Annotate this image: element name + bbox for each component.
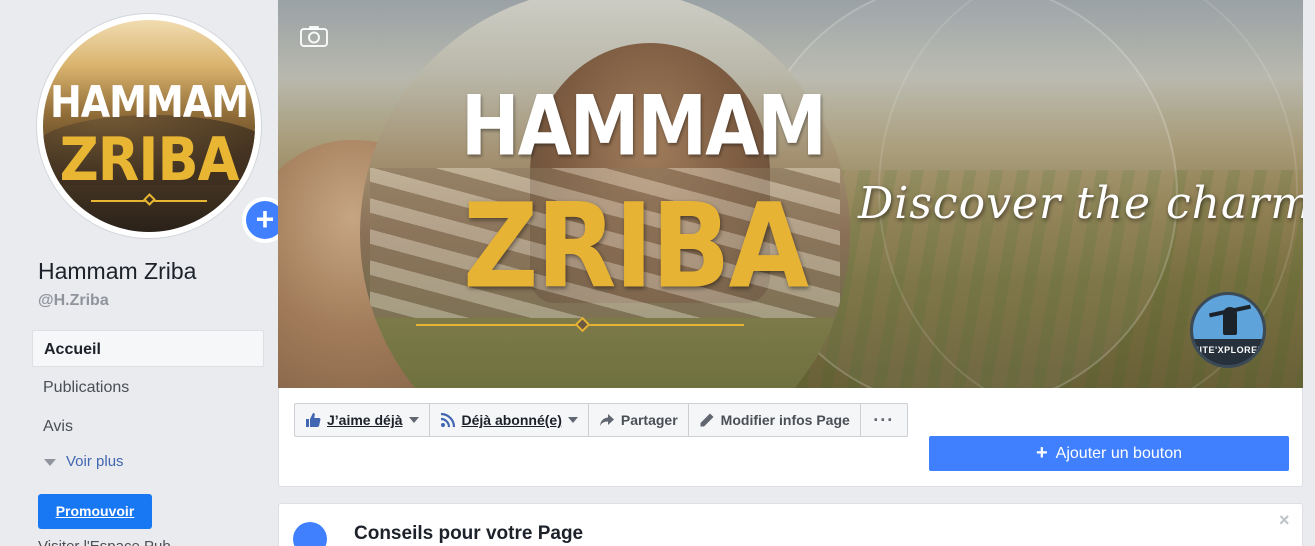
caret-down-icon <box>567 417 578 423</box>
page-action-bar: J’aime déjà Déjà abonné(e) Partager Modi… <box>294 403 908 437</box>
cover-title-line1: HAMMAM <box>461 77 827 175</box>
tips-megaphone-icon <box>293 522 327 546</box>
edit-page-info-button[interactable]: Modifier infos Page <box>689 404 861 436</box>
logo-text: SITE'XPLORERS <box>1193 345 1266 355</box>
plus-icon: + <box>1035 442 1048 464</box>
page-title[interactable]: Hammam Zriba <box>38 258 196 285</box>
share-arrow-icon <box>599 414 614 426</box>
avatar-title-line1: HAMMAM <box>49 76 249 128</box>
edit-page-info-label: Modifier infos Page <box>720 412 850 428</box>
liked-label: J’aime déjà <box>327 412 403 428</box>
see-more-link[interactable]: Voir plus <box>44 453 124 470</box>
nav-item-publications[interactable]: Publications <box>32 369 264 406</box>
rss-icon <box>440 412 455 428</box>
add-button-cta[interactable]: + Ajouter un bouton <box>929 436 1289 471</box>
avatar-divider-diamond <box>143 193 156 206</box>
tips-title: Conseils pour votre Page <box>354 523 584 544</box>
thumbs-up-icon <box>306 413 321 427</box>
following-button[interactable]: Déjà abonné(e) <box>430 404 589 436</box>
profile-picture-frame[interactable]: HAMMAM ZRIBA + <box>37 14 288 243</box>
caret-down-icon <box>408 417 419 423</box>
cover-photo[interactable]: HAMMAM ZRIBA Discover the charm... SITE'… <box>278 0 1303 388</box>
page-nav: Accueil Publications Avis <box>32 330 264 447</box>
pencil-icon <box>700 413 714 427</box>
share-label: Partager <box>620 412 678 428</box>
cover-tagline: Discover the charm... <box>858 178 1303 229</box>
close-icon[interactable]: × <box>1279 510 1290 531</box>
avatar-title-line2: ZRIBA <box>59 124 240 195</box>
page-tips-card: Conseils pour votre Page × <box>278 503 1303 546</box>
camera-icon[interactable] <box>300 25 328 47</box>
following-label: Déjà abonné(e) <box>461 412 562 428</box>
nav-item-avis[interactable]: Avis <box>32 408 264 445</box>
see-more-label: Voir plus <box>66 453 124 470</box>
sitexplorers-logo: SITE'XPLORERS <box>1190 292 1266 368</box>
nav-item-accueil[interactable]: Accueil <box>32 330 264 367</box>
ad-center-link[interactable]: Visiter l'Espace Pub <box>38 538 171 546</box>
logo-person-icon <box>1223 307 1237 335</box>
liked-button[interactable]: J’aime déjà <box>295 404 430 436</box>
page-username[interactable]: @H.Zriba <box>38 292 109 310</box>
add-button-label: Ajouter un bouton <box>1055 445 1182 462</box>
page-actions-card: J’aime déjà Déjà abonné(e) Partager Modi… <box>278 388 1303 487</box>
chevron-down-icon <box>44 458 56 466</box>
more-icon: ··· <box>873 410 895 430</box>
left-sidebar: HAMMAM ZRIBA + Hammam Zriba @H.Zriba Acc… <box>0 0 288 546</box>
profile-picture[interactable]: HAMMAM ZRIBA <box>43 20 255 232</box>
more-options-button[interactable]: ··· <box>861 404 907 436</box>
cover-grass <box>360 318 850 388</box>
promote-button[interactable]: Promouvoir <box>38 494 152 529</box>
cover-title-line2: ZRIBA <box>463 177 809 315</box>
share-button[interactable]: Partager <box>589 404 689 436</box>
